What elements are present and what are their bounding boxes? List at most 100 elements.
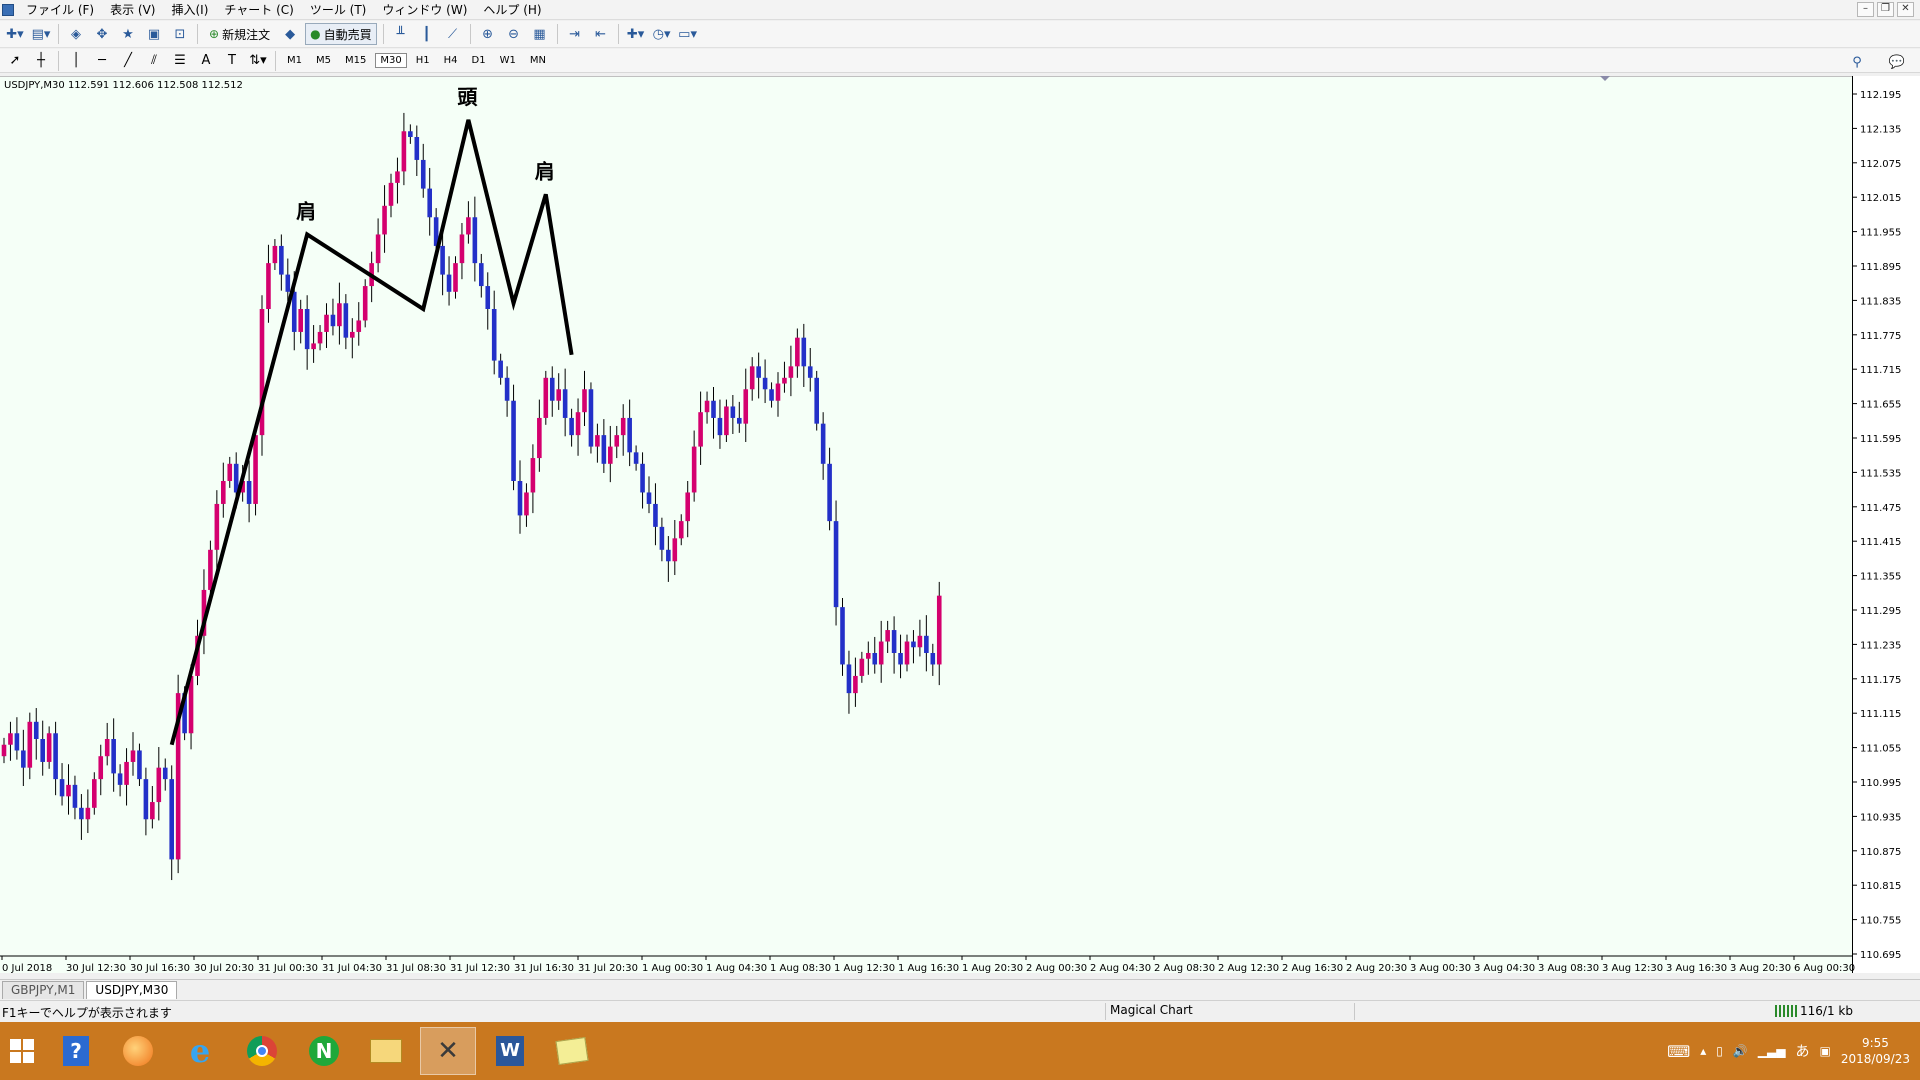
trading-app-icon[interactable]: ✕ bbox=[420, 1027, 476, 1075]
channel-icon[interactable]: ⫽ bbox=[143, 50, 165, 72]
horizontal-line-icon[interactable]: ─ bbox=[91, 50, 113, 72]
keyboard-icon[interactable]: ⌨ bbox=[1667, 1042, 1690, 1061]
timeframe-m5[interactable]: M5 bbox=[311, 53, 336, 68]
candle-bear bbox=[846, 664, 852, 694]
chrome-icon[interactable] bbox=[234, 1027, 290, 1075]
templates-icon[interactable]: ▭▾ bbox=[677, 23, 699, 45]
candle-bear bbox=[33, 721, 39, 739]
menu-chart[interactable]: チャート (C) bbox=[216, 1, 301, 18]
candle-bull bbox=[356, 320, 362, 332]
notes-icon[interactable] bbox=[544, 1027, 600, 1075]
status-profile[interactable]: Magical Chart bbox=[1105, 1003, 1355, 1020]
candle-chart-icon[interactable]: ┃ bbox=[416, 23, 438, 45]
help-icon[interactable]: ? bbox=[48, 1027, 104, 1075]
vertical-line-icon[interactable]: │ bbox=[65, 50, 87, 72]
bar-chart-icon[interactable]: ╨ bbox=[390, 23, 412, 45]
price-label: 111.115 bbox=[1860, 709, 1901, 720]
text-label-icon[interactable]: T bbox=[221, 50, 243, 72]
chat-icon[interactable]: 💬 bbox=[1886, 51, 1908, 73]
auto-trade-button[interactable]: ● 自動売買 bbox=[305, 23, 377, 45]
candle-bull bbox=[595, 435, 600, 447]
windows-start-icon[interactable] bbox=[2, 1027, 42, 1075]
candle-bull bbox=[311, 343, 316, 350]
price-label: 111.715 bbox=[1860, 365, 1901, 376]
candle-bull bbox=[795, 337, 800, 367]
candle-bear bbox=[588, 389, 594, 447]
arrows-icon[interactable]: ⇅▾ bbox=[247, 50, 269, 72]
restore-icon[interactable]: ❐ bbox=[1877, 2, 1894, 17]
new-chart-icon[interactable]: ✚▾ bbox=[4, 23, 26, 45]
zoom-in-icon[interactable]: ⊕ bbox=[477, 23, 499, 45]
text-icon[interactable]: A bbox=[195, 50, 217, 72]
tile-windows-icon[interactable]: ▦ bbox=[529, 23, 551, 45]
meta-editor-icon[interactable]: ◆ bbox=[279, 23, 301, 45]
zoom-out-icon[interactable]: ⊖ bbox=[503, 23, 525, 45]
menu-window[interactable]: ウィンドウ (W) bbox=[374, 1, 475, 18]
timeframe-mn[interactable]: MN bbox=[525, 53, 551, 68]
candle-bear bbox=[833, 521, 839, 608]
cursor-icon[interactable]: ➚ bbox=[4, 50, 26, 72]
tab-gbpjpy-m1[interactable]: GBPJPY,M1 bbox=[2, 981, 85, 999]
menu-insert[interactable]: 挿入(I) bbox=[163, 1, 216, 18]
favorites-icon[interactable]: ★ bbox=[117, 23, 139, 45]
folder-icon[interactable] bbox=[358, 1027, 414, 1075]
candle-bear bbox=[79, 807, 84, 820]
candle-bear bbox=[420, 159, 426, 189]
search-icon[interactable]: ⚲ bbox=[1846, 51, 1868, 73]
tester-icon[interactable]: ⊡ bbox=[169, 23, 191, 45]
new-order-button[interactable]: ⊕ 新規注文 bbox=[204, 23, 275, 45]
clock[interactable]: 9:55 2018/09/23 bbox=[1841, 1035, 1910, 1067]
autoscroll-icon[interactable]: ⇥ bbox=[564, 23, 586, 45]
candle-bear bbox=[762, 377, 768, 390]
timeframe-m1[interactable]: M1 bbox=[282, 53, 307, 68]
menu-help[interactable]: ヘルプ (H) bbox=[475, 1, 549, 18]
volume-icon[interactable]: 🔊 bbox=[1733, 1044, 1748, 1058]
network-icon[interactable]: ▁▃▅ bbox=[1758, 1044, 1786, 1058]
indicators-icon[interactable]: ✚▾ bbox=[625, 23, 647, 45]
ie-icon[interactable]: e bbox=[172, 1027, 228, 1075]
close-icon[interactable]: ✕ bbox=[1897, 2, 1914, 17]
timeframe-h1[interactable]: H1 bbox=[411, 53, 435, 68]
candle-bear bbox=[840, 607, 845, 665]
crosshair-icon[interactable]: ┼ bbox=[30, 50, 52, 72]
profiles-icon[interactable]: ▤▾ bbox=[30, 23, 52, 45]
navigator-icon[interactable]: ✥ bbox=[91, 23, 113, 45]
line-chart-icon[interactable]: ⟋ bbox=[442, 23, 464, 45]
menu-tools[interactable]: ツール (T) bbox=[302, 1, 375, 18]
candle-bull bbox=[324, 314, 329, 332]
fibonacci-icon[interactable]: ☰ bbox=[169, 50, 191, 72]
minimize-icon[interactable]: – bbox=[1857, 2, 1874, 17]
timeframe-d1[interactable]: D1 bbox=[467, 53, 491, 68]
browser-orange-icon[interactable] bbox=[110, 1027, 166, 1075]
terminal-icon[interactable]: ▣ bbox=[143, 23, 165, 45]
candlestick-chart[interactable]: 112.195 112.135 112.075 112.015 111.955 111.8… bbox=[0, 76, 1920, 973]
leaf-app-icon[interactable]: N bbox=[296, 1027, 352, 1075]
trendline-icon[interactable]: ╱ bbox=[117, 50, 139, 72]
menu-file[interactable]: ファイル (F) bbox=[18, 1, 102, 18]
time-label: 31 Jul 00:30 bbox=[258, 963, 318, 973]
chart-shift-icon[interactable]: ⇤ bbox=[590, 23, 612, 45]
word-icon[interactable]: W bbox=[482, 1027, 538, 1075]
candle-bull bbox=[388, 182, 394, 206]
time-label: 1 Aug 20:30 bbox=[962, 963, 1023, 973]
battery-icon[interactable]: ▯ bbox=[1716, 1044, 1723, 1058]
ime-indicator[interactable]: あ bbox=[1795, 1041, 1809, 1061]
toolbar-divider bbox=[197, 24, 198, 44]
tab-usdjpy-m30[interactable]: USDJPY,M30 bbox=[86, 981, 178, 999]
candle-bear bbox=[930, 653, 936, 665]
candle-bull bbox=[672, 538, 678, 562]
timeframe-m15[interactable]: M15 bbox=[340, 53, 371, 68]
timeframe-w1[interactable]: W1 bbox=[495, 53, 521, 68]
menu-view[interactable]: 表示 (V) bbox=[102, 1, 163, 18]
periods-icon[interactable]: ◷▾ bbox=[651, 23, 673, 45]
market-watch-icon[interactable]: ◈ bbox=[65, 23, 87, 45]
price-label: 110.755 bbox=[1860, 916, 1901, 927]
price-label: 111.835 bbox=[1860, 296, 1901, 307]
candle-bear bbox=[59, 779, 65, 797]
timeframe-m30[interactable]: M30 bbox=[375, 53, 407, 68]
candle-bull bbox=[298, 309, 303, 332]
timeframe-h4[interactable]: H4 bbox=[439, 53, 463, 68]
candle-bull bbox=[556, 389, 561, 401]
tray-expand-icon[interactable]: ▴ bbox=[1700, 1044, 1706, 1058]
notification-icon[interactable]: ▣ bbox=[1819, 1044, 1830, 1058]
